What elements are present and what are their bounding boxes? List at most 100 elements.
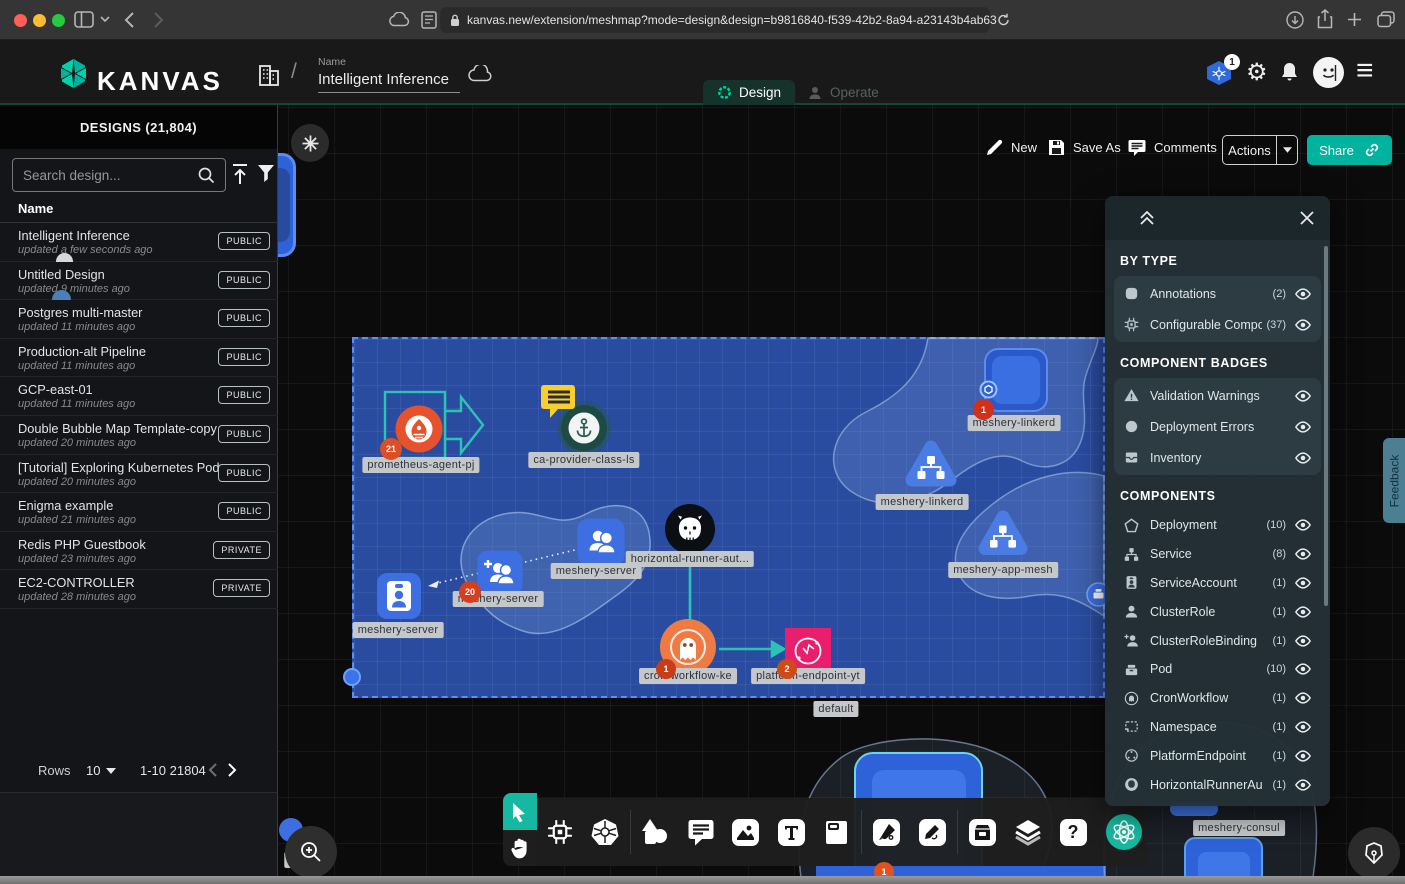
- layers-tool[interactable]: [1005, 809, 1050, 855]
- collapse-panel-icon[interactable]: [1139, 211, 1155, 225]
- visibility-eye-icon[interactable]: [1294, 747, 1312, 765]
- search-design-input[interactable]: [12, 158, 226, 192]
- panel-row[interactable]: ClusterRoleBinding (1): [1114, 626, 1321, 655]
- panel-row[interactable]: HorizontalRunnerAutos (1): [1114, 770, 1321, 799]
- visibility-eye-icon[interactable]: [1294, 316, 1312, 334]
- new-tab-icon[interactable]: [1347, 12, 1362, 27]
- visibility-eye-icon[interactable]: [1294, 660, 1312, 678]
- reader-icon[interactable]: [421, 11, 437, 29]
- visibility-eye-icon[interactable]: [1294, 516, 1312, 534]
- node-meshery-app-mesh[interactable]: [974, 508, 1032, 567]
- menu-hamburger-icon[interactable]: ≡: [1356, 54, 1374, 88]
- filter-icon[interactable]: [257, 164, 275, 183]
- panel-row[interactable]: Deployment (10): [1114, 511, 1321, 540]
- visibility-eye-icon[interactable]: [1294, 449, 1312, 467]
- help-tool[interactable]: ?: [1050, 809, 1095, 855]
- previous-page-icon[interactable]: [208, 763, 217, 777]
- share-button[interactable]: Share: [1307, 135, 1392, 165]
- zoom-window-button[interactable]: [52, 14, 65, 27]
- new-design-button[interactable]: New: [986, 139, 1037, 156]
- url-bar[interactable]: kanvas.new/extension/meshmap?mode=design…: [440, 7, 990, 33]
- tab-overview-icon[interactable]: [1377, 11, 1395, 28]
- visibility-eye-icon[interactable]: [1294, 418, 1312, 436]
- organization-icon[interactable]: [258, 60, 280, 86]
- visibility-eye-icon[interactable]: [1294, 545, 1312, 563]
- shapes-tool[interactable]: [633, 809, 678, 855]
- rows-per-page-select[interactable]: 10: [86, 763, 100, 778]
- image-tool[interactable]: [723, 809, 768, 855]
- notifications-bell-icon[interactable]: [1280, 61, 1299, 83]
- note-tool[interactable]: [814, 809, 859, 855]
- design-row[interactable]: Production-alt Pipeline updated 11 minut…: [0, 339, 278, 378]
- visibility-eye-icon[interactable]: [1294, 285, 1312, 303]
- design-name-input[interactable]: Intelligent Inference: [318, 71, 449, 88]
- tab-operate[interactable]: Operate: [793, 80, 893, 105]
- publish-design-icon[interactable]: [231, 162, 249, 186]
- downloads-icon[interactable]: [1286, 11, 1304, 29]
- panel-row[interactable]: Configurable Compon (37): [1114, 309, 1321, 340]
- component-shape-tool[interactable]: [537, 809, 582, 855]
- share-icon[interactable]: [1317, 9, 1333, 29]
- visibility-eye-icon[interactable]: [1294, 689, 1312, 707]
- drawer-tool[interactable]: [960, 809, 1005, 855]
- panel-row[interactable]: Deployment Errors: [1114, 411, 1321, 442]
- close-window-button[interactable]: [14, 14, 27, 27]
- node-connector-dot[interactable]: [979, 380, 998, 399]
- panel-row[interactable]: Service (8): [1114, 540, 1321, 569]
- zoom-button[interactable]: [285, 826, 337, 878]
- panel-scrollbar[interactable]: [1324, 246, 1328, 606]
- text-tool[interactable]: [769, 809, 814, 855]
- panel-row[interactable]: ClusterRole (1): [1114, 597, 1321, 626]
- column-header-name[interactable]: Name: [18, 201, 53, 216]
- pan-tool-button[interactable]: [503, 830, 537, 866]
- visibility-eye-icon[interactable]: [1294, 776, 1312, 794]
- sidebar-toggle-icon[interactable]: [74, 11, 94, 28]
- comment-tool[interactable]: [678, 809, 723, 855]
- node-prometheus-agent[interactable]: [395, 405, 443, 458]
- visibility-eye-icon[interactable]: [1294, 387, 1312, 405]
- reload-icon[interactable]: [997, 13, 1010, 27]
- forward-icon[interactable]: [153, 11, 164, 29]
- scalpel-tool[interactable]: [864, 809, 909, 855]
- kanvas-logo-icon[interactable]: [57, 57, 90, 90]
- back-icon[interactable]: [124, 11, 135, 29]
- snap-to-grid-button[interactable]: [291, 124, 329, 162]
- panel-row[interactable]: Annotations (2): [1114, 278, 1321, 309]
- save-as-button[interactable]: Save As: [1048, 139, 1121, 156]
- feedback-tab[interactable]: Feedback: [1383, 438, 1405, 523]
- design-row[interactable]: Intelligent Inference updated a few seco…: [0, 223, 278, 262]
- design-row[interactable]: Double Bubble Map Template-copy updated …: [0, 416, 278, 455]
- panel-row[interactable]: PlatformEndpoint (1): [1114, 741, 1321, 770]
- design-row[interactable]: [Tutorial] Exploring Kubernetes Pod upda…: [0, 455, 278, 494]
- visibility-eye-icon[interactable]: [1294, 603, 1312, 621]
- node-meshery-linkerd-tri[interactable]: [901, 438, 961, 499]
- design-row[interactable]: Untitled Design updated 9 minutes ago PU…: [0, 262, 278, 301]
- settings-gear-icon[interactable]: ⚙: [1246, 58, 1268, 87]
- design-row[interactable]: EC2-CONTROLLER updated 28 minutes ago PR…: [0, 570, 278, 609]
- panel-row[interactable]: CronWorkflow (1): [1114, 684, 1321, 713]
- panel-row[interactable]: Namespace (1): [1114, 713, 1321, 742]
- pencil-tool[interactable]: [909, 809, 954, 855]
- visibility-eye-icon[interactable]: [1294, 632, 1312, 650]
- meshery-extension-button[interactable]: [1102, 809, 1147, 855]
- panel-row[interactable]: ServiceAccount (1): [1114, 569, 1321, 598]
- node-meshery-server-1[interactable]: [376, 572, 422, 625]
- panel-row[interactable]: Inventory: [1114, 442, 1321, 473]
- design-row[interactable]: Postgres multi-master updated 11 minutes…: [0, 300, 278, 339]
- design-row[interactable]: GCP-east-01 updated 11 minutes ago PUBLI…: [0, 377, 278, 416]
- actions-button[interactable]: Actions: [1222, 135, 1298, 165]
- search-icon[interactable]: [198, 167, 215, 184]
- visibility-eye-icon[interactable]: [1294, 574, 1312, 592]
- design-row[interactable]: Redis PHP Guestbook updated 23 minutes a…: [0, 532, 278, 571]
- annotate-pen-button[interactable]: [1348, 827, 1400, 879]
- select-tool-button[interactable]: [503, 793, 537, 830]
- minimize-window-button[interactable]: [33, 14, 46, 27]
- close-panel-icon[interactable]: [1300, 211, 1314, 225]
- kubernetes-tool[interactable]: [582, 809, 627, 855]
- next-page-icon[interactable]: [228, 763, 237, 777]
- design-row[interactable]: Enigma example updated 21 minutes ago PU…: [0, 493, 278, 532]
- tab-design[interactable]: Design: [703, 80, 795, 105]
- icloud-icon[interactable]: [388, 12, 410, 27]
- caret-down-icon[interactable]: [106, 768, 116, 774]
- comments-button[interactable]: Comments: [1128, 139, 1217, 156]
